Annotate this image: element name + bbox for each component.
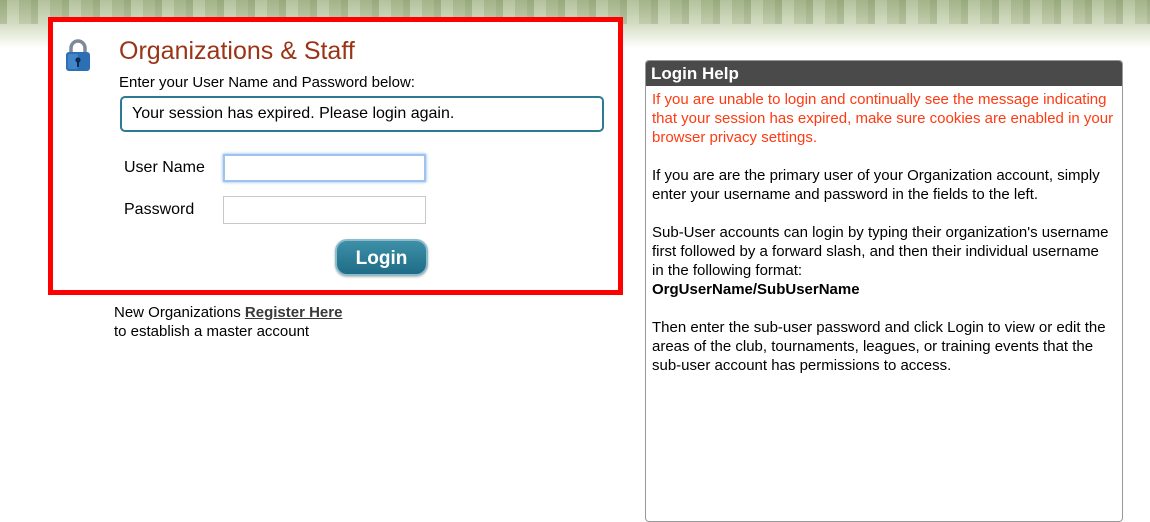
register-prefix: New Organizations (114, 304, 245, 321)
help-cookie-warning: If you are unable to login and continual… (652, 91, 1114, 146)
help-format: OrgUserName/SubUserName (652, 281, 860, 298)
help-body: If you are unable to login and continual… (646, 86, 1122, 375)
help-subuser: Sub-User accounts can login by typing th… (652, 224, 1109, 279)
page-title: Organizations & Staff (119, 37, 355, 65)
help-then: Then enter the sub-user password and cli… (652, 319, 1106, 374)
password-label: Password (124, 201, 195, 218)
help-primary-user: If you are are the primary user of your … (652, 167, 1100, 203)
session-expired-message: Your session has expired. Please login a… (120, 96, 604, 132)
register-here-link[interactable]: Register Here (245, 304, 343, 321)
username-input[interactable] (223, 154, 426, 182)
register-line: New Organizations Register Here (114, 303, 342, 322)
login-button[interactable]: Login (335, 239, 428, 276)
password-input[interactable] (223, 196, 426, 224)
help-header: Login Help (646, 61, 1122, 86)
username-label: User Name (124, 159, 205, 176)
register-suffix: to establish a master account (114, 323, 310, 340)
register-info: New Organizations Register Here to estab… (114, 303, 342, 341)
login-help-panel: Login Help If you are unable to login an… (645, 60, 1123, 522)
lock-icon (66, 39, 90, 71)
login-form-panel: Organizations & Staff Enter your User Na… (48, 17, 623, 295)
login-instructions: Enter your User Name and Password below: (119, 74, 415, 91)
